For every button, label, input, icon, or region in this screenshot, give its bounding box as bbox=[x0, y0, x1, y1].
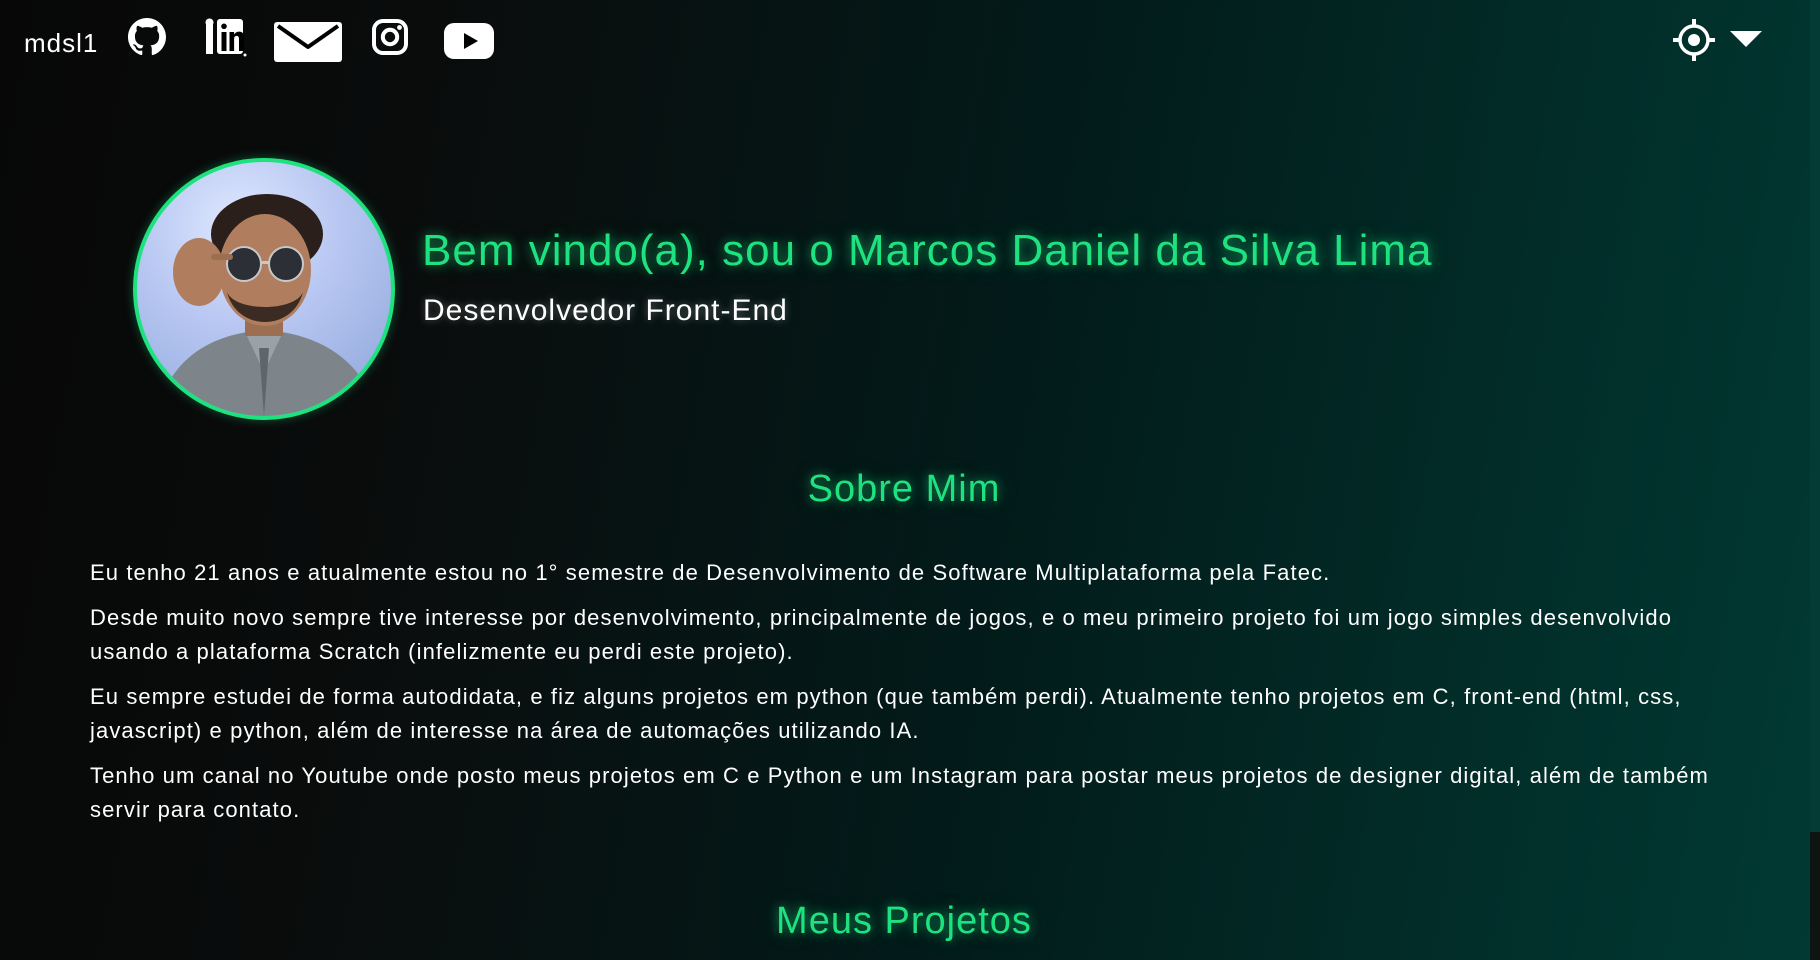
about-paragraph: Tenho um canal no Youtube onde posto meu… bbox=[90, 763, 1709, 822]
linkedin-link[interactable] bbox=[205, 18, 247, 58]
instagram-icon bbox=[371, 18, 409, 56]
about-paragraph: Eu sempre estudei de forma autodidata, e… bbox=[90, 684, 1682, 743]
youtube-link[interactable] bbox=[444, 22, 494, 60]
email-link[interactable] bbox=[274, 22, 342, 62]
github-icon bbox=[128, 18, 166, 56]
hero-subtitle: Desenvolvedor Front-End bbox=[423, 294, 788, 327]
scrollbar-thumb[interactable] bbox=[1810, 832, 1820, 960]
projects-heading: Meus Projetos bbox=[776, 900, 1032, 942]
theme-toggle[interactable] bbox=[1672, 18, 1762, 67]
youtube-icon bbox=[444, 22, 494, 60]
mail-icon bbox=[274, 22, 342, 62]
profile-photo bbox=[133, 158, 395, 420]
about-section: Eu tenho 21 anos e atualmente estou no 1… bbox=[90, 556, 1730, 838]
instagram-link[interactable] bbox=[371, 18, 409, 56]
about-heading: Sobre Mim bbox=[807, 468, 1001, 510]
about-paragraph: Desde muito novo sempre tive interesse p… bbox=[90, 605, 1673, 664]
linkedin-icon bbox=[205, 18, 247, 58]
scrollbar-track[interactable] bbox=[1810, 0, 1820, 960]
sun-icon bbox=[1672, 18, 1716, 67]
top-navigation: mdsl1 bbox=[0, 0, 1808, 84]
username-link[interactable]: mdsl1 bbox=[24, 28, 98, 59]
github-link[interactable] bbox=[128, 18, 166, 56]
about-paragraph: Eu tenho 21 anos e atualmente estou no 1… bbox=[90, 560, 1331, 585]
caret-down-icon bbox=[1730, 31, 1762, 54]
hero-title: Bem vindo(a), sou o Marcos Daniel da Sil… bbox=[422, 226, 1433, 275]
